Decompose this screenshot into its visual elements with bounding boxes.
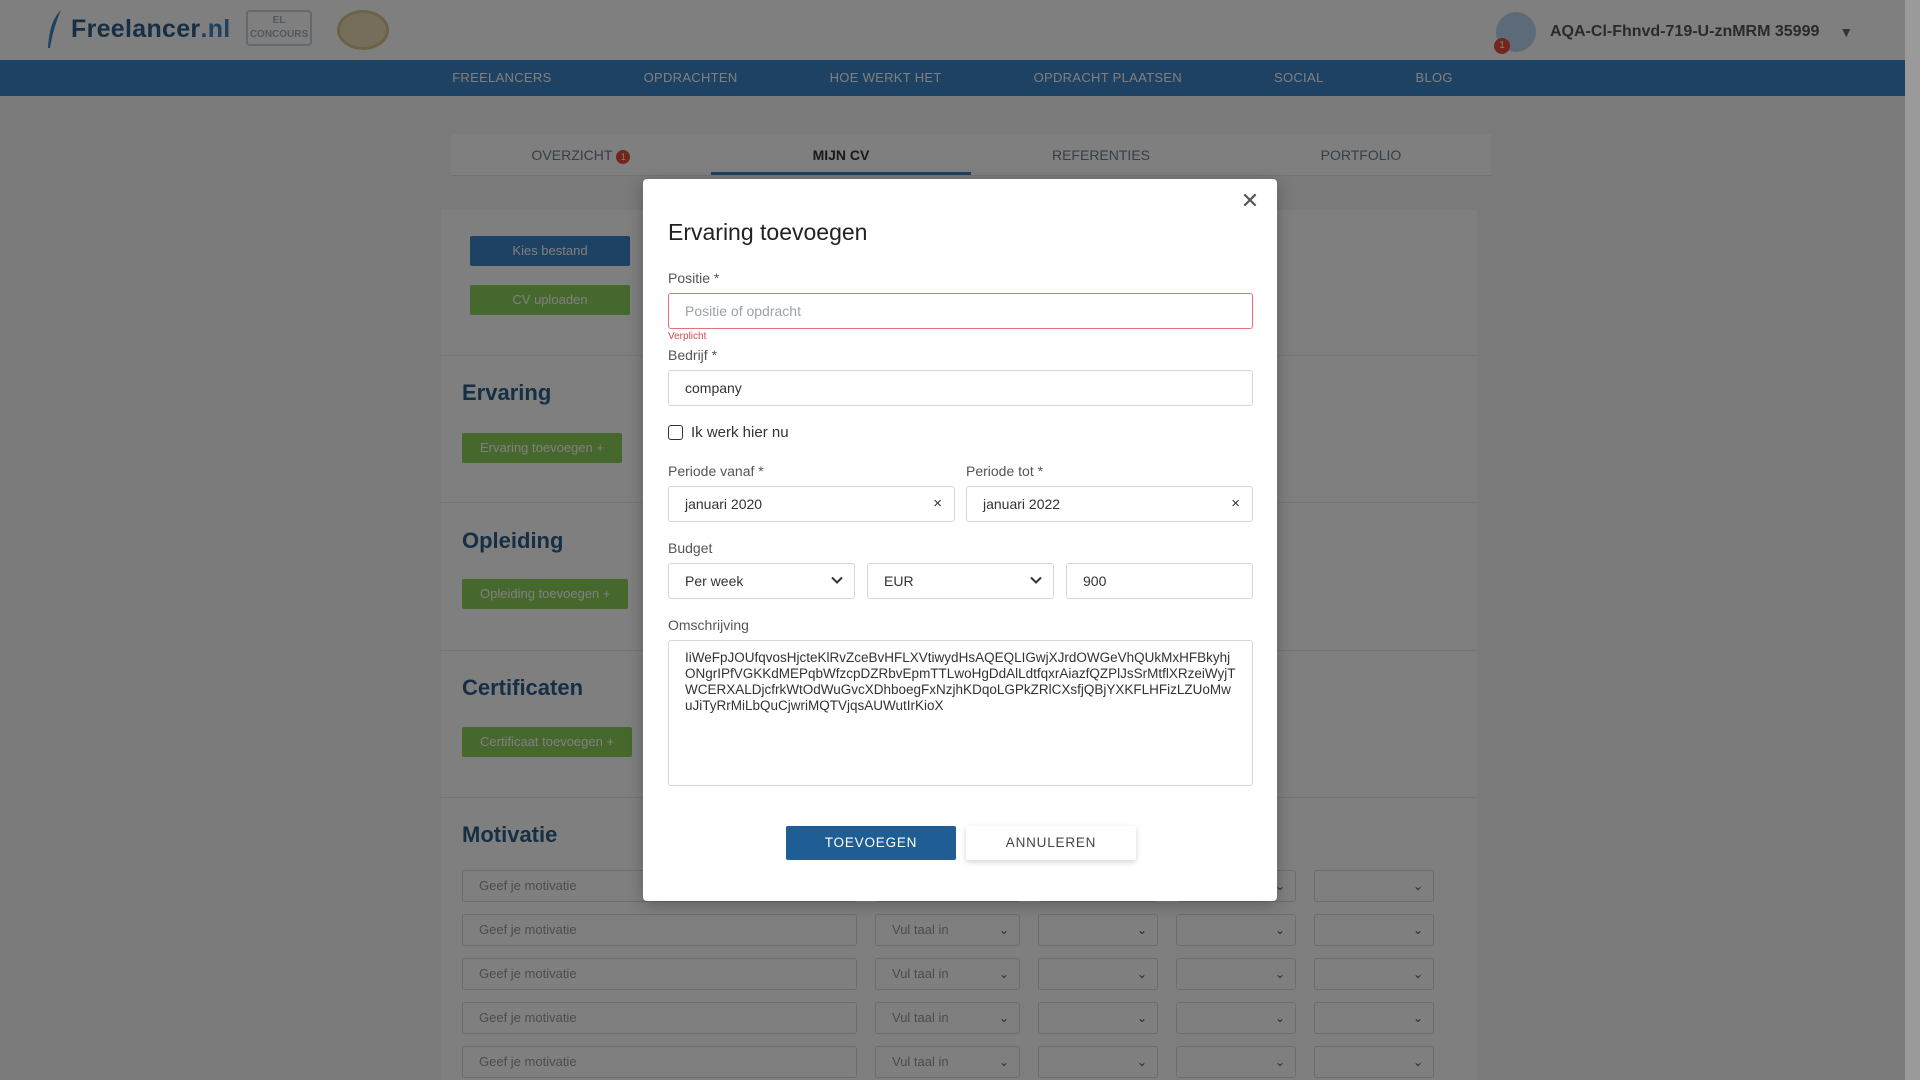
currently-working-label: Ik werk hier nu [691,424,789,441]
budget-currency-select[interactable]: EUR [867,563,1054,599]
close-icon[interactable]: ✕ [1237,189,1263,215]
company-label: Bedrijf * [668,347,718,363]
currently-working-checkbox-row[interactable]: Ik werk hier nu [668,424,789,441]
period-from-value: januari 2020 [685,496,763,512]
description-label: Omschrijving [668,617,749,633]
period-from-datepicker[interactable]: januari 2020 × [668,486,955,522]
page-scrollbar[interactable] [1905,0,1920,1080]
position-label: Positie * [668,270,720,286]
budget-period-value: Per week [685,573,744,589]
budget-currency-value: EUR [884,573,914,589]
period-from-label: Periode vanaf * [668,463,764,479]
cancel-button[interactable]: ANNULEREN [966,826,1136,860]
position-input[interactable] [668,293,1253,329]
add-experience-dialog: ✕ Ervaring toevoegen Positie * Verplicht… [643,179,1277,901]
period-to-label: Periode tot * [966,463,1044,479]
clear-date-icon[interactable]: × [933,487,942,521]
position-error-text: Verplicht [668,331,707,342]
chevron-down-icon [831,576,843,584]
clear-date-icon[interactable]: × [1231,487,1240,521]
period-to-datepicker[interactable]: januari 2022 × [966,486,1253,522]
budget-label: Budget [668,540,713,556]
chevron-down-icon [1030,576,1042,584]
description-textarea[interactable]: IiWeFpJOUfqvosHjcteKlRvZceBvHFLXVtiwydHs… [668,640,1253,786]
budget-amount-input[interactable]: 900 [1066,563,1253,599]
add-button[interactable]: TOEVOEGEN [786,826,956,860]
period-to-value: januari 2022 [983,496,1061,512]
currently-working-checkbox[interactable] [668,425,683,440]
company-input[interactable]: company [668,370,1253,406]
dialog-title: Ervaring toevoegen [668,219,868,245]
budget-period-select[interactable]: Per week [668,563,855,599]
